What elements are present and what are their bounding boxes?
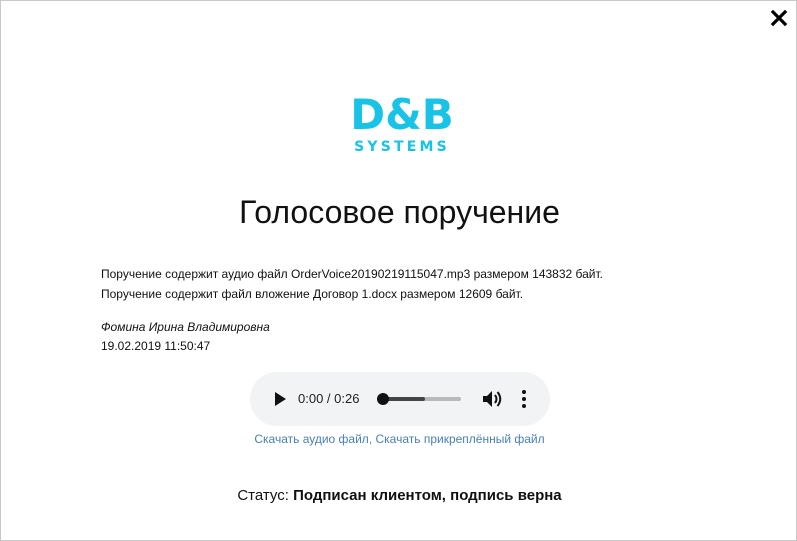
signer-name: Фомина Ирина Владимировна	[101, 320, 270, 334]
signed-timestamp: 19.02.2019 11:50:47	[101, 339, 211, 353]
page-title: Голосовое поручение	[239, 194, 560, 230]
more-vert-icon[interactable]	[516, 389, 532, 409]
volume-icon[interactable]	[481, 389, 503, 409]
download-attachment-link[interactable]: Скачать прикреплённый файл	[375, 432, 544, 446]
download-links: Скачать аудио файл, Скачать прикреплённы…	[1, 432, 797, 446]
player-time: 0:00 / 0:26	[298, 391, 360, 406]
seek-thumb[interactable]	[377, 393, 389, 405]
seek-bar[interactable]	[377, 393, 461, 405]
audio-player[interactable]: 0:00 / 0:26	[250, 372, 550, 426]
download-audio-link[interactable]: Скачать аудио файл	[254, 432, 368, 446]
attachment-file-info: Поручение содержит файл вложение Договор…	[101, 287, 524, 301]
status-label: Статус:	[237, 487, 294, 504]
logo-tagline: SYSTEMS	[354, 139, 450, 153]
order-info: Поручение содержит аудио файл OrderVoice…	[101, 264, 603, 304]
signer-block: Фомина Ирина Владимировна 19.02.2019 11:…	[101, 318, 270, 356]
status-line: Статус: Подписан клиентом, подпись верна	[1, 487, 797, 504]
logo-brand: D&B	[352, 90, 452, 139]
close-icon[interactable]	[770, 9, 788, 27]
status-value: Подписан клиентом, подпись верна	[293, 487, 562, 504]
voice-order-dialog: D&B SYSTEMS Голосовое поручение Поручени…	[0, 0, 797, 541]
db-systems-logo: D&B SYSTEMS	[352, 90, 452, 153]
audio-file-info: Поручение содержит аудио файл OrderVoice…	[101, 267, 604, 281]
play-icon[interactable]	[272, 391, 288, 407]
